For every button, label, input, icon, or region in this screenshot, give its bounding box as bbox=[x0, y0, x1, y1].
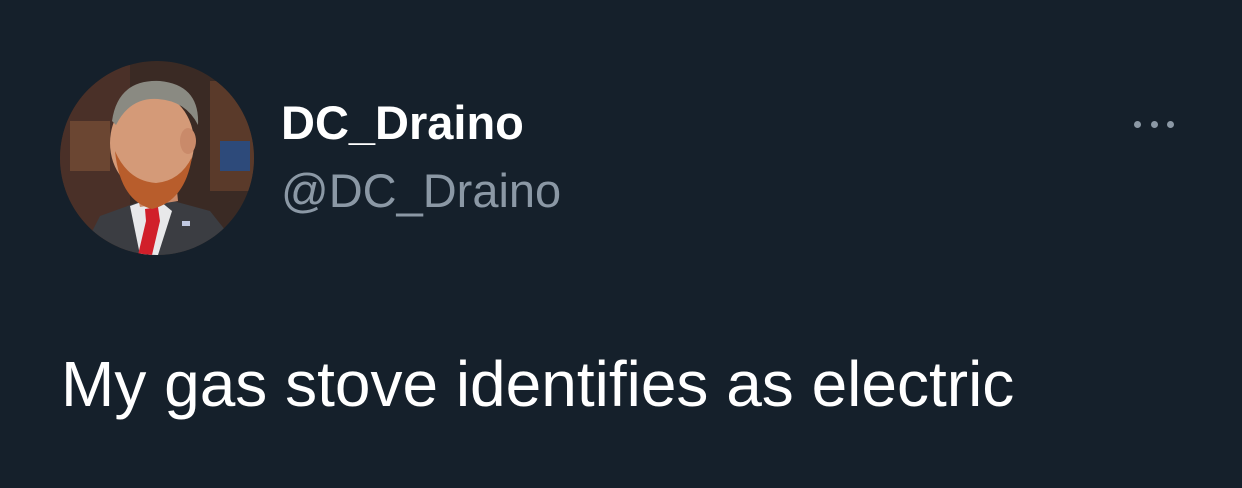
display-name[interactable]: DC_Draino bbox=[281, 93, 524, 153]
avatar-image bbox=[60, 61, 254, 255]
more-horizontal-icon-dot-3 bbox=[1167, 120, 1174, 128]
tweet-text: My gas stove identifies as electric bbox=[61, 348, 1015, 420]
avatar[interactable] bbox=[60, 61, 254, 255]
more-options-button[interactable] bbox=[1128, 109, 1180, 139]
user-handle[interactable]: @DC_Draino bbox=[281, 161, 561, 221]
more-horizontal-icon-dot-2 bbox=[1150, 120, 1158, 128]
more-horizontal-icon bbox=[1134, 120, 1141, 128]
